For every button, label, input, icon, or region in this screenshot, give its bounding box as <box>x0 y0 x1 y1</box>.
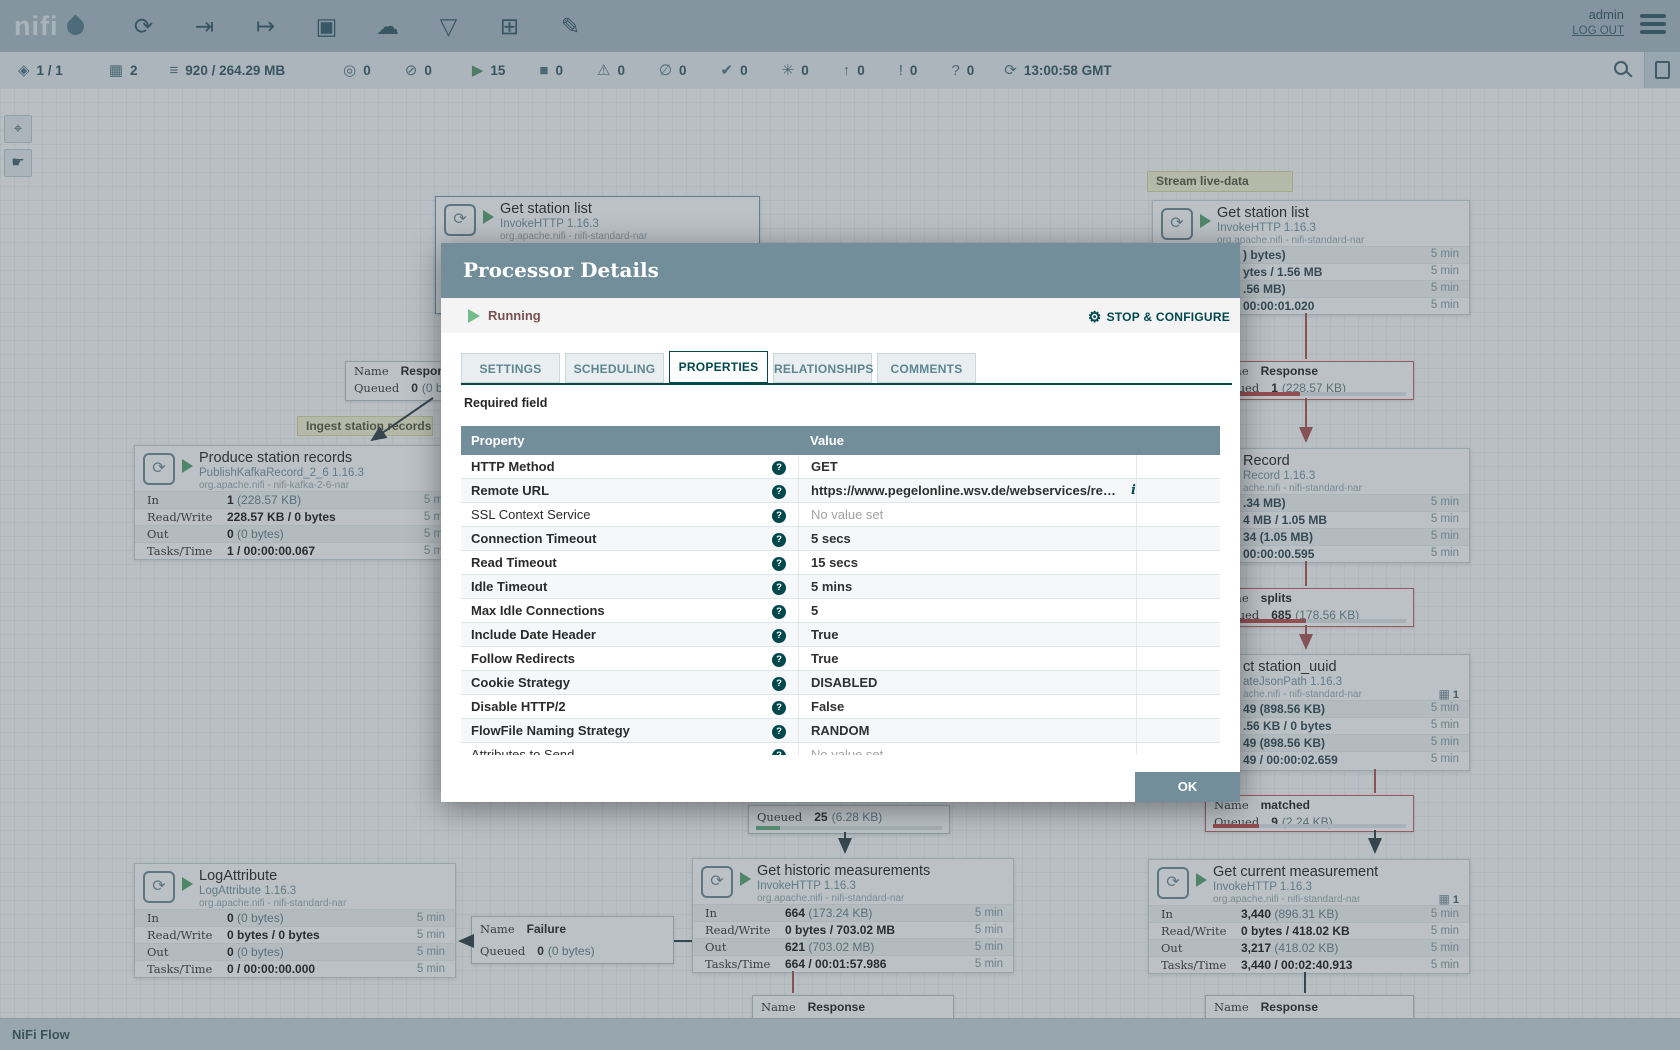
tab-settings[interactable]: SETTINGS <box>461 353 560 383</box>
property-name: Cookie Strategy <box>461 675 760 690</box>
property-value: https://www.pegelonline.wsv.de/webservic… <box>798 479 1136 502</box>
dialog-title: Processor Details <box>441 243 1240 298</box>
spacer-cell <box>1136 479 1220 502</box>
property-name: Max Idle Connections <box>461 603 760 618</box>
property-row-flowfile-naming-strategy: FlowFile Naming Strategy? RANDOM <box>461 719 1220 743</box>
property-name: Include Date Header <box>461 627 760 642</box>
help-icon[interactable]: ? <box>772 701 786 715</box>
spacer-cell <box>1136 527 1220 550</box>
property-row-read-timeout: Read Timeout? 15 secs <box>461 551 1220 575</box>
property-value: No value set <box>798 503 1136 526</box>
run-state: Running <box>488 308 541 323</box>
property-value: False <box>798 695 1136 718</box>
dialog-status-bar: Running ⚙STOP & CONFIGURE <box>441 298 1240 333</box>
property-row-remote-url: Remote URL? https://www.pegelonline.wsv.d… <box>461 479 1220 503</box>
spacer-cell <box>1136 623 1220 646</box>
property-name: Disable HTTP/2 <box>461 699 760 714</box>
property-value: GET <box>798 455 1136 478</box>
spacer-cell <box>1136 599 1220 622</box>
help-icon[interactable]: ? <box>772 605 786 619</box>
property-value: True <box>798 623 1136 646</box>
property-row-max-idle-connections: Max Idle Connections? 5 <box>461 599 1220 623</box>
property-row-include-date-header: Include Date Header? True <box>461 623 1220 647</box>
property-value: DISABLED <box>798 671 1136 694</box>
help-icon[interactable]: ? <box>772 653 786 667</box>
spacer-cell <box>1136 647 1220 670</box>
property-name: Attributes to Send <box>461 747 760 755</box>
tab-properties[interactable]: PROPERTIES <box>669 351 768 383</box>
property-name: Idle Timeout <box>461 579 760 594</box>
processor-details-dialog: Processor Details Running ⚙STOP & CONFIG… <box>441 243 1240 802</box>
properties-table-rows: HTTP Method? GET Remote URL? https://www.p… <box>461 455 1220 755</box>
property-value: No value set <box>798 743 1136 755</box>
help-icon[interactable]: ? <box>772 725 786 739</box>
column-value: Value <box>798 433 844 448</box>
spacer-cell <box>1136 719 1220 742</box>
property-name: HTTP Method <box>461 459 760 474</box>
property-row-cookie-strategy: Cookie Strategy? DISABLED <box>461 671 1220 695</box>
dialog-tabs: SETTINGS SCHEDULING PROPERTIES RELATIONS… <box>461 350 1232 385</box>
spacer-cell <box>1136 455 1220 478</box>
property-value: RANDOM <box>798 719 1136 742</box>
property-value: 5 <box>798 599 1136 622</box>
property-name: Connection Timeout <box>461 531 760 546</box>
help-icon[interactable]: ? <box>772 677 786 691</box>
property-row-disable-http2: Disable HTTP/2? False <box>461 695 1220 719</box>
property-name: Read Timeout <box>461 555 760 570</box>
ok-button[interactable]: OK <box>1135 772 1240 802</box>
spacer-cell <box>1136 695 1220 718</box>
property-row-attributes-to-send: Attributes to Send? No value set <box>461 743 1220 755</box>
property-value: True <box>798 647 1136 670</box>
property-name: Follow Redirects <box>461 651 760 666</box>
tab-scheduling[interactable]: SCHEDULING <box>565 353 664 383</box>
property-row-idle-timeout: Idle Timeout? 5 mins <box>461 575 1220 599</box>
property-value: 5 mins <box>798 575 1136 598</box>
help-icon[interactable]: ? <box>772 629 786 643</box>
required-field-note: Required field <box>464 396 547 410</box>
help-icon[interactable]: ? <box>772 509 786 523</box>
tab-comments[interactable]: COMMENTS <box>877 353 976 383</box>
stop-and-configure-button[interactable]: ⚙STOP & CONFIGURE <box>1088 308 1230 326</box>
properties-table-header: Property Value <box>461 426 1220 455</box>
help-icon[interactable]: ? <box>772 749 786 755</box>
spacer-cell <box>1136 575 1220 598</box>
property-value: 5 secs <box>798 527 1136 550</box>
spacer-cell <box>1136 743 1220 755</box>
property-name: Remote URL <box>461 483 760 498</box>
property-row-http-method: HTTP Method? GET <box>461 455 1220 479</box>
spacer-cell <box>1136 671 1220 694</box>
help-icon[interactable]: ? <box>772 485 786 499</box>
property-row-ssl-context-service: SSL Context Service? No value set <box>461 503 1220 527</box>
property-name: FlowFile Naming Strategy <box>461 723 760 738</box>
help-icon[interactable]: ? <box>772 581 786 595</box>
spacer-cell <box>1136 503 1220 526</box>
property-value: 15 secs <box>798 551 1136 574</box>
tab-relationships[interactable]: RELATIONSHIPS <box>773 353 872 383</box>
help-icon[interactable]: ? <box>772 461 786 475</box>
help-icon[interactable]: ? <box>772 557 786 571</box>
gear-icon: ⚙ <box>1088 309 1102 326</box>
running-icon <box>468 309 480 323</box>
spacer-cell <box>1136 551 1220 574</box>
help-icon[interactable]: ? <box>772 533 786 547</box>
property-row-connection-timeout: Connection Timeout? 5 secs <box>461 527 1220 551</box>
column-property: Property <box>461 433 798 448</box>
properties-table: Property Value HTTP Method? GET Remote UR… <box>461 426 1220 755</box>
property-row-follow-redirects: Follow Redirects? True <box>461 647 1220 671</box>
property-name: SSL Context Service <box>461 507 760 522</box>
